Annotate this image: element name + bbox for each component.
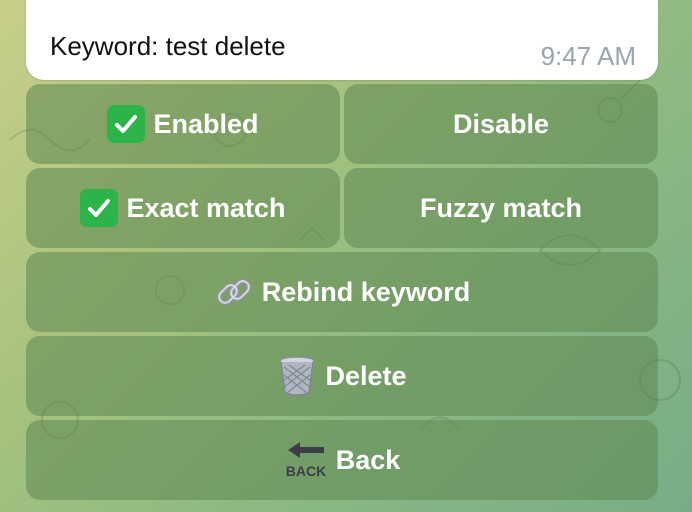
disable-label: Disable: [452, 108, 550, 139]
delete-button[interactable]: Delete: [26, 336, 658, 416]
message-timestamp: 9:47 AM: [540, 41, 636, 71]
rebind-keyword-label: Rebind keyword: [261, 276, 471, 307]
back-button[interactable]: BACK Back: [26, 420, 658, 500]
exact-match-label: Exact match: [126, 192, 286, 223]
fuzzy-match-label: Fuzzy match: [419, 192, 583, 223]
check-mark-icon: [107, 105, 146, 143]
delete-label: Delete: [325, 360, 407, 391]
back-label: Back: [335, 444, 401, 475]
check-mark-icon: [80, 189, 119, 227]
wastebasket-icon: [277, 355, 317, 397]
enabled-button[interactable]: Enabled: [26, 84, 340, 164]
disable-button[interactable]: Disable: [344, 84, 658, 164]
message-text: Keyword: test delete: [50, 31, 286, 61]
back-icon-text: BACK: [285, 463, 325, 479]
message-bubble: Keyword: test delete 9:47 AM: [26, 0, 658, 80]
back-arrow-icon: BACK: [284, 440, 328, 480]
enabled-label: Enabled: [153, 108, 259, 139]
rebind-keyword-button[interactable]: Rebind keyword: [26, 252, 658, 332]
fuzzy-match-button[interactable]: Fuzzy match: [344, 168, 658, 248]
exact-match-button[interactable]: Exact match: [26, 168, 340, 248]
link-icon: [214, 272, 254, 312]
